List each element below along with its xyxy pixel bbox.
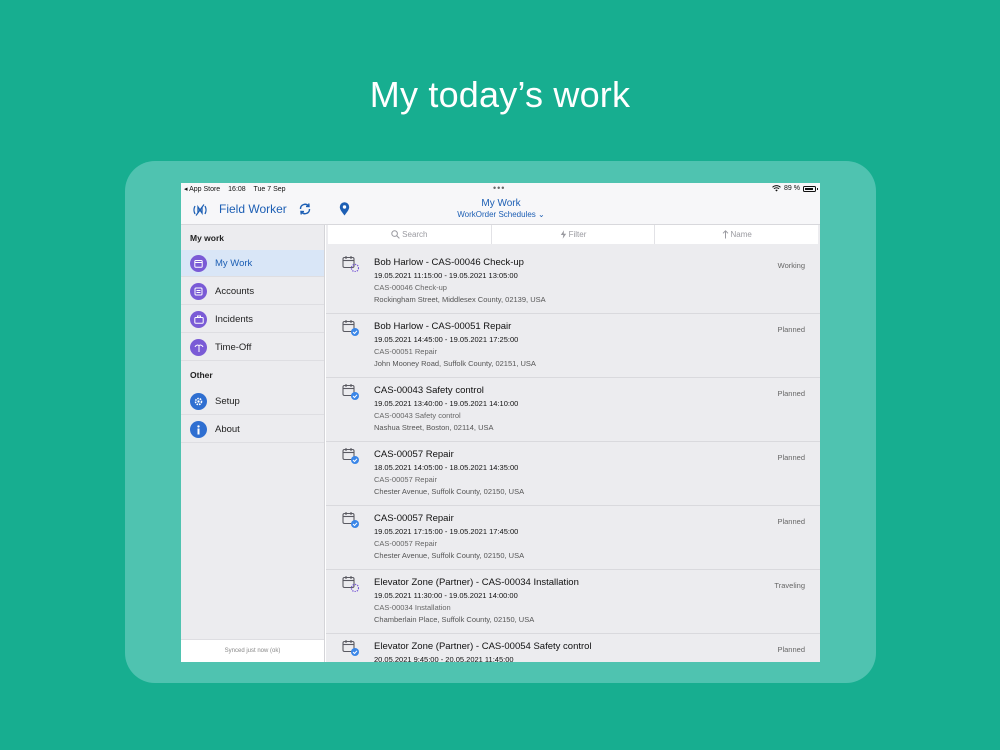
work-order-time: 19.05.2021 11:15:00 - 19.05.2021 13:05:0… (374, 271, 518, 280)
list-item[interactable]: Bob Harlow - CAS-00051 Repair 19.05.2021 … (326, 314, 820, 378)
work-order-address: Chester Avenue, Suffolk County, 02150, U… (374, 487, 525, 496)
palm-icon (190, 339, 207, 356)
sidebar: My work My Work Accounts Incidents Time-… (181, 225, 325, 662)
work-order-time: 19.05.2021 14:45:00 - 19.05.2021 17:25:0… (374, 335, 519, 344)
work-order-time: 19.05.2021 11:30:00 - 19.05.2021 14:00:0… (374, 591, 518, 600)
map-pin-icon[interactable] (339, 202, 350, 216)
sidebar-item-label: Incidents (215, 314, 254, 325)
sort-arrow-up-icon (722, 230, 728, 239)
status-bar: ◂ App Store 16:08 Tue 7 Sep ••• 89 % (181, 183, 820, 195)
page-headline: My today’s work (369, 74, 631, 115)
filter-label: Filter (568, 230, 587, 239)
accounts-icon (190, 283, 207, 300)
work-order-address: John Mooney Road, Suffolk County, 02151,… (374, 359, 536, 368)
status-badge: Planned (777, 645, 805, 654)
status-badge: Working (777, 261, 805, 270)
calendar-check-icon (342, 640, 359, 656)
work-order-title: CAS-00043 Safety control (374, 385, 484, 396)
work-order-case: CAS-00051 Repair (374, 347, 437, 356)
sidebar-item-about[interactable]: About (181, 416, 324, 443)
sync-status-text: Synced just now (ok) (181, 639, 324, 662)
calendar-icon (190, 255, 207, 272)
work-order-case: CAS-00057 Repair (374, 475, 437, 484)
wifi-icon (772, 185, 781, 192)
work-order-case: CAS-00043 Safety control (374, 411, 461, 420)
work-order-title: Elevator Zone (Partner) - CAS-00034 Inst… (374, 577, 579, 588)
work-order-list: Bob Harlow - CAS-00046 Check-up 19.05.202… (326, 250, 820, 662)
work-order-address: Nashua Street, Boston, 02114, USA (374, 423, 494, 432)
app-title: Field Worker (219, 202, 287, 216)
list-item[interactable]: CAS-00057 Repair 19.05.2021 17:15:00 - 19… (326, 506, 820, 570)
work-order-time: 18.05.2021 14:05:00 - 18.05.2021 14:35:0… (374, 463, 519, 472)
status-badge: Traveling (774, 581, 805, 590)
view-title-label: My Work (481, 198, 521, 209)
work-order-case: CAS-00034 Installation (374, 603, 451, 612)
sort-label: Name (730, 230, 752, 239)
list-item[interactable]: Elevator Zone (Partner) - CAS-00054 Safe… (326, 634, 820, 662)
calendar-progress-icon (342, 576, 359, 592)
battery-icon (803, 185, 818, 192)
sidebar-item-label: My Work (215, 258, 253, 269)
gear-icon (190, 393, 207, 410)
navigation-bar: Field Worker My Work WorkOrder Schedules… (181, 195, 820, 225)
work-order-time: 19.05.2021 13:40:00 - 19.05.2021 14:10:0… (374, 399, 519, 408)
sidebar-item-setup[interactable]: Setup (181, 388, 324, 415)
sync-icon[interactable] (298, 202, 312, 216)
search-button[interactable]: Search (328, 225, 492, 244)
sort-button[interactable]: Name (655, 225, 818, 244)
sidebar-item-label: About (215, 424, 240, 435)
sidebar-item-time-off[interactable]: Time-Off (181, 334, 324, 361)
sidebar-item-label: Setup (215, 396, 240, 407)
calendar-check-icon (342, 512, 359, 528)
status-time: 16:08 (228, 186, 246, 193)
status-date: Tue 7 Sep (253, 186, 286, 193)
app-screen: ◂ App Store 16:08 Tue 7 Sep ••• 89 % Fie… (181, 183, 820, 662)
filter-button[interactable]: Filter (492, 225, 656, 244)
view-selector-dropdown[interactable]: WorkOrder Schedules ⌄ (431, 210, 571, 219)
sidebar-item-my-work[interactable]: My Work (181, 250, 324, 277)
work-order-title: CAS-00057 Repair (374, 513, 454, 524)
work-order-time: 20.05.2021 9:45:00 - 20.05.2021 11:45:00 (374, 655, 514, 662)
lightning-icon (560, 230, 566, 239)
list-item[interactable]: Bob Harlow - CAS-00046 Check-up 19.05.202… (326, 250, 820, 314)
list-item[interactable]: Elevator Zone (Partner) - CAS-00034 Inst… (326, 570, 820, 634)
calendar-progress-icon (342, 256, 359, 272)
status-badge: Planned (777, 325, 805, 334)
calendar-check-icon (342, 320, 359, 336)
back-to-app-store-link[interactable]: ◂ App Store (184, 186, 220, 193)
sidebar-item-incidents[interactable]: Incidents (181, 306, 324, 333)
work-order-title: Bob Harlow - CAS-00051 Repair (374, 321, 512, 332)
work-order-address: Chamberlain Place, Suffolk County, 02150… (374, 615, 535, 624)
info-icon (190, 421, 207, 438)
offline-antenna-icon[interactable] (193, 203, 207, 217)
work-order-address: Chester Avenue, Suffolk County, 02150, U… (374, 551, 525, 560)
status-badge: Planned (777, 453, 805, 462)
calendar-check-icon (342, 384, 359, 400)
calendar-check-icon (342, 448, 359, 464)
work-order-case: CAS-00046 Check-up (374, 283, 447, 292)
multitasking-dots-icon[interactable]: ••• (493, 183, 505, 193)
work-list-panel: Search Filter Name Bob Harlow - CAS-0004… (326, 225, 820, 662)
briefcase-icon (190, 311, 207, 328)
search-icon (391, 230, 400, 239)
sidebar-item-accounts[interactable]: Accounts (181, 278, 324, 305)
work-order-address: Rockingham Street, Middlesex County, 021… (374, 295, 546, 304)
battery-percent: 89 % (784, 185, 800, 192)
list-toolbar: Search Filter Name (328, 225, 818, 244)
work-order-title: Elevator Zone (Partner) - CAS-00054 Safe… (374, 641, 592, 652)
list-item[interactable]: CAS-00057 Repair 18.05.2021 14:05:00 - 18… (326, 442, 820, 506)
search-label: Search (402, 230, 428, 239)
sidebar-item-label: Time-Off (215, 342, 252, 353)
work-order-case: CAS-00057 Repair (374, 539, 437, 548)
section-header-my-work: My work (190, 233, 225, 243)
sidebar-item-label: Accounts (215, 286, 255, 297)
view-title[interactable]: My Work WorkOrder Schedules ⌄ (431, 198, 571, 219)
section-header-other: Other (190, 370, 213, 380)
work-order-title: Bob Harlow - CAS-00046 Check-up (374, 257, 524, 268)
work-order-title: CAS-00057 Repair (374, 449, 454, 460)
status-badge: Planned (777, 389, 805, 398)
work-order-time: 19.05.2021 17:15:00 - 19.05.2021 17:45:0… (374, 527, 519, 536)
list-item[interactable]: CAS-00043 Safety control 19.05.2021 13:40… (326, 378, 820, 442)
status-badge: Planned (777, 517, 805, 526)
